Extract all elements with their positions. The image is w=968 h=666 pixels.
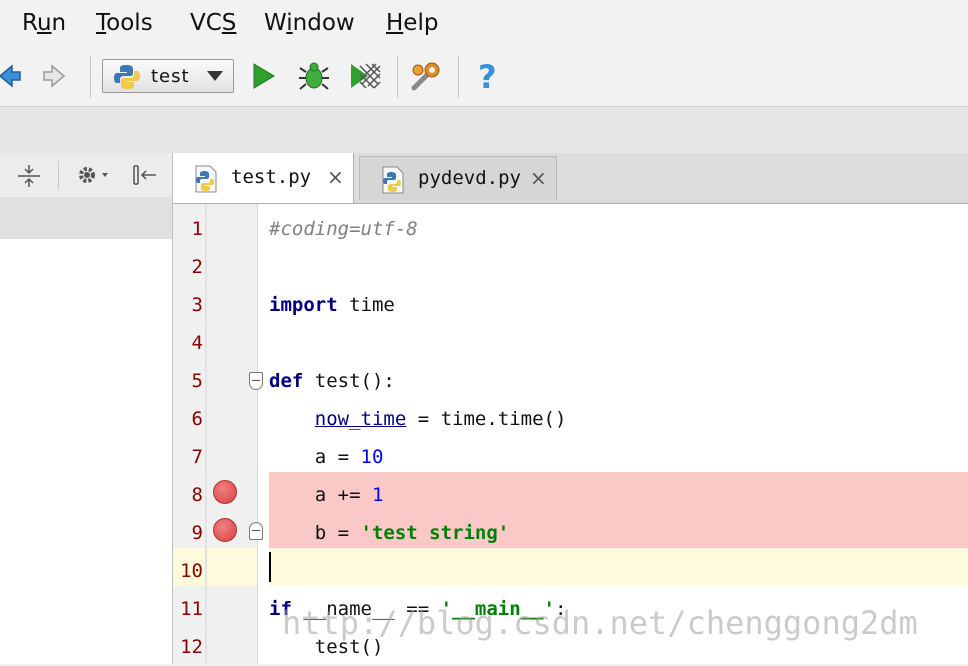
menu-window[interactable]: Window <box>264 10 355 36</box>
code-line-6: now_time = time.time() <box>314 408 567 430</box>
python-file-icon <box>195 165 217 193</box>
breakpoint-icon[interactable] <box>213 518 237 542</box>
close-icon[interactable]: × <box>530 166 547 190</box>
svg-text:?: ? <box>478 58 497 94</box>
watermark-text: http://blog.csdn.net/chenggong2dm <box>282 604 918 642</box>
debug-icon[interactable] <box>296 58 332 94</box>
project-tree <box>0 239 172 664</box>
run-icon[interactable] <box>246 58 282 94</box>
project-tool-window <box>0 153 173 664</box>
python-icon <box>114 65 140 89</box>
line-number: 8 <box>191 484 203 506</box>
collapse-all-icon[interactable] <box>16 163 42 193</box>
close-icon[interactable]: × <box>327 165 344 189</box>
main-toolbar: test ? <box>0 50 968 106</box>
python-file-icon <box>382 166 404 194</box>
editor-gutter[interactable]: 1 2 3 4 5 6 7 8 9 10 11 12 <box>173 204 263 664</box>
chevron-down-icon <box>207 71 223 81</box>
menu-tools[interactable]: Tools <box>96 10 153 36</box>
text-caret <box>269 552 271 582</box>
tab-label: pydevd.py <box>418 167 521 189</box>
line-number: 9 <box>191 522 203 544</box>
line-number: 7 <box>191 446 203 468</box>
tab-pydevd-py[interactable]: pydevd.py × <box>359 156 557 200</box>
code-line-7: a = 10 <box>269 446 384 468</box>
back-arrow-icon[interactable] <box>0 58 26 94</box>
code-line-9: b = 'test string' <box>269 522 510 544</box>
hide-panel-icon[interactable] <box>130 162 158 192</box>
line-number: 3 <box>191 294 203 316</box>
line-number: 5 <box>191 370 203 392</box>
forward-arrow-icon[interactable] <box>38 58 74 94</box>
run-configuration-dropdown[interactable]: test <box>102 59 234 93</box>
gear-icon[interactable] <box>74 162 114 192</box>
line-number: 6 <box>191 408 203 430</box>
code-line-8: a += 1 <box>269 484 384 506</box>
menu-help[interactable]: Help <box>386 10 438 36</box>
menu-vcs[interactable]: VCS <box>190 10 236 36</box>
line-number: 11 <box>180 598 203 620</box>
code-comment: #coding=utf-8 <box>269 218 418 240</box>
line-number: 4 <box>191 332 203 354</box>
menu-run[interactable]: Run <box>22 10 66 36</box>
code-line-5: def test(): <box>269 370 395 392</box>
menu-bar: Run Tools VCS Window Help <box>0 0 968 50</box>
tab-test-py[interactable]: test.py × <box>173 153 354 203</box>
code-editor[interactable]: 1 2 3 4 5 6 7 8 9 10 11 12 #coding=utf-8… <box>173 204 968 664</box>
line-number: 12 <box>180 636 203 658</box>
run-configuration-label: test <box>151 66 190 87</box>
line-number: 2 <box>191 256 203 278</box>
run-with-coverage-icon[interactable] <box>346 58 382 94</box>
help-icon[interactable]: ? <box>470 58 506 96</box>
fold-collapse-icon[interactable] <box>249 372 263 390</box>
editor-tabs: test.py × pydevd.py × <box>173 153 968 204</box>
breakpoint-icon[interactable] <box>213 480 237 504</box>
tool-window-toolbar <box>0 153 172 198</box>
tab-label: test.py <box>231 166 312 188</box>
settings-wrench-icon[interactable] <box>408 58 444 94</box>
code-line-1: #coding=utf-8 <box>269 210 968 248</box>
navigation-bar <box>0 106 968 154</box>
code-line-3: import time <box>269 294 395 316</box>
line-number: 1 <box>191 218 203 240</box>
fold-end-icon[interactable] <box>249 522 263 540</box>
line-number: 10 <box>180 560 203 582</box>
project-tree-header <box>0 197 172 239</box>
current-line-highlight <box>269 548 968 586</box>
